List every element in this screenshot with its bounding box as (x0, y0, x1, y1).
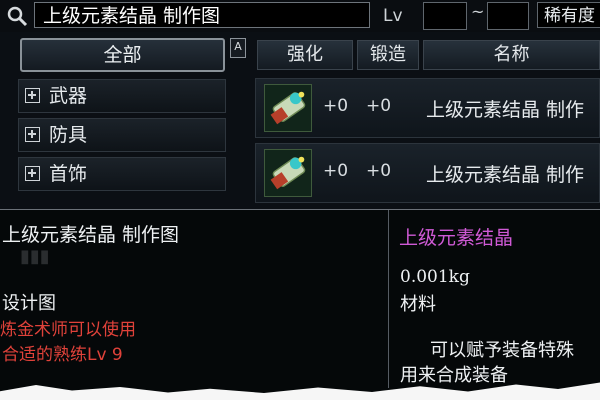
enhance-value: +0 (323, 96, 349, 116)
column-header-name[interactable]: 名称 (423, 40, 600, 70)
tooltip-weight: 0.001kg (400, 267, 470, 287)
tooltip-description-line: 用来合成装备 (400, 365, 508, 386)
crafting-window: 上级元素结晶 制作图 Lv ~ 稀有度 全部 A 武器 防具 首饰 强化 锻造 … (0, 0, 600, 400)
level-min-input[interactable] (423, 2, 467, 30)
item-row[interactable]: +0 +0 上级元素结晶 制作 (255, 78, 600, 138)
level-range-separator: ~ (471, 2, 485, 21)
category-label: 首饰 (49, 163, 88, 185)
category-item-armor[interactable]: 防具 (18, 118, 226, 152)
tooltip-category: 材料 (400, 294, 436, 315)
search-bar: 上级元素结晶 制作图 Lv ~ 稀有度 (0, 0, 600, 32)
design-scroll-icon (264, 149, 312, 197)
tooltip-item-name: 上级元素结晶 (399, 227, 514, 249)
tooltip-requirement-job: 炼金术师可以使用 (0, 320, 136, 340)
category-item-accessories[interactable]: 首饰 (18, 157, 226, 191)
level-label: Lv (383, 6, 403, 26)
search-icon[interactable] (6, 5, 28, 27)
category-item-weapons[interactable]: 武器 (18, 79, 226, 113)
level-max-input[interactable] (487, 2, 529, 30)
enhance-value: +0 (323, 161, 349, 181)
tooltip-description-line: 可以赋予装备特殊 (430, 340, 574, 361)
background-ghost-text: ▮▮▮ (20, 246, 50, 267)
tooltip-title: 上级元素结晶 制作图 (2, 224, 180, 246)
column-header-enhance[interactable]: 强化 (257, 40, 353, 70)
expand-plus-icon[interactable] (25, 166, 40, 181)
rarity-dropdown[interactable]: 稀有度 (537, 2, 600, 28)
search-input[interactable]: 上级元素结晶 制作图 (34, 2, 370, 28)
item-name: 上级元素结晶 制作 (426, 99, 585, 121)
item-tooltip: ▮▮▮ 上级元素结晶 制作图 设计图 炼金术师可以使用 合适的熟练Lv 9 上级… (0, 209, 600, 400)
forge-value: +0 (366, 96, 392, 116)
tooltip-divider (388, 210, 389, 388)
category-label: 防具 (49, 124, 88, 146)
tooltip-requirement-level: 合适的熟练Lv 9 (2, 345, 123, 365)
forge-value: +0 (366, 161, 392, 181)
scroll-up-icon[interactable]: A (230, 38, 246, 58)
item-row[interactable]: +0 +0 上级元素结晶 制作 (255, 143, 600, 203)
category-all-button[interactable]: 全部 (20, 38, 225, 72)
tooltip-item-type: 设计图 (2, 293, 56, 314)
column-header-forge[interactable]: 锻造 (357, 40, 419, 70)
item-name: 上级元素结晶 制作 (426, 164, 585, 186)
category-label: 武器 (49, 85, 88, 107)
design-scroll-icon (264, 84, 312, 132)
expand-plus-icon[interactable] (25, 88, 40, 103)
expand-plus-icon[interactable] (25, 127, 40, 142)
